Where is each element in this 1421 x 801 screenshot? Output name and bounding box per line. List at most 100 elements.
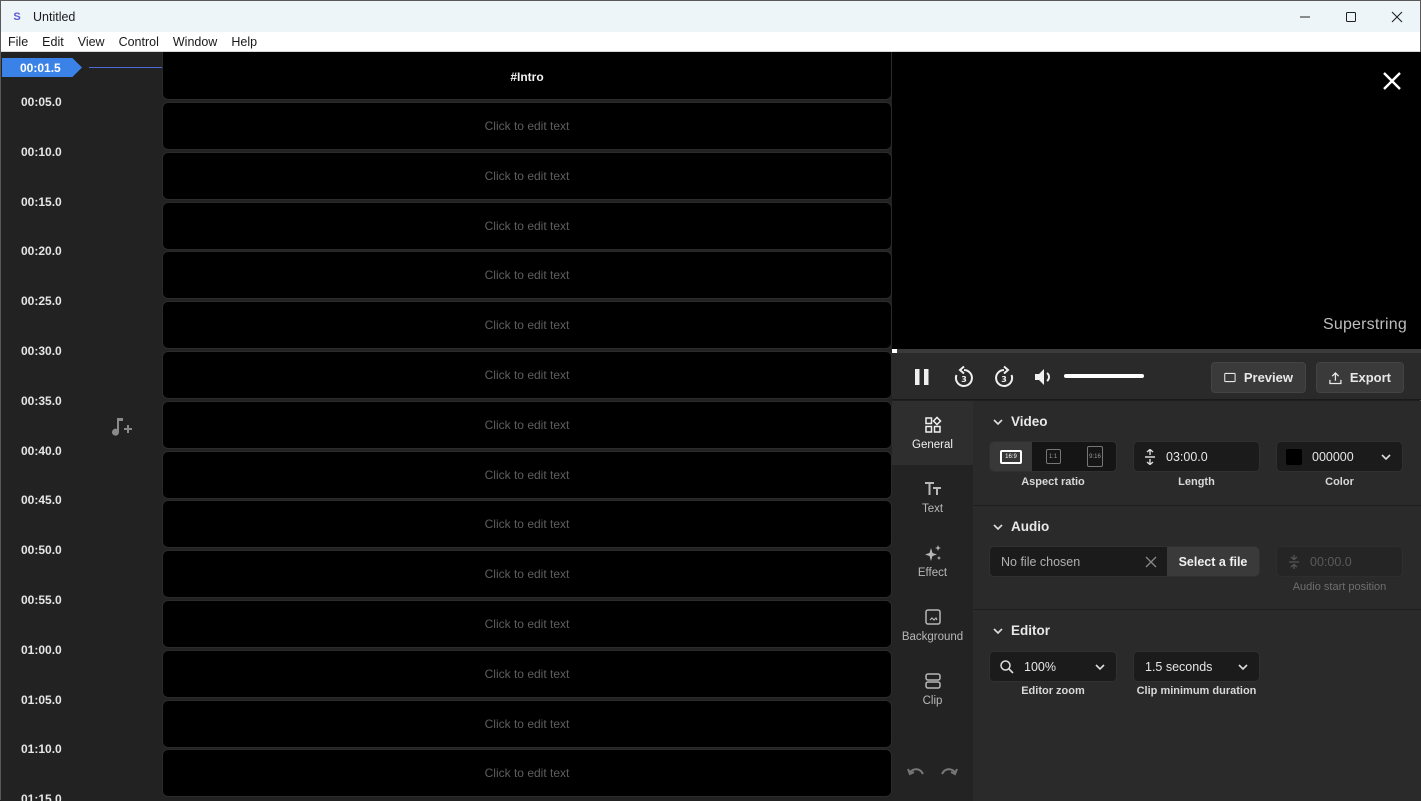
tab-effect[interactable]: Effect bbox=[892, 529, 973, 593]
length-value: 03:00.0 bbox=[1166, 449, 1208, 464]
chevron-down-icon bbox=[1381, 454, 1391, 461]
timeline-clip[interactable]: Click to edit text bbox=[162, 151, 892, 200]
timeline-time-label: 00:30.0 bbox=[21, 344, 62, 358]
timeline-clip[interactable]: Click to edit text bbox=[162, 550, 892, 599]
editor-section-title: Editor bbox=[1011, 623, 1050, 638]
timeline-clip[interactable]: Click to edit text bbox=[162, 749, 892, 798]
window-title: Untitled bbox=[33, 9, 76, 24]
search-icon bbox=[1000, 659, 1014, 674]
timeline-clip[interactable]: Click to edit text bbox=[162, 102, 892, 150]
menu-window[interactable]: Window bbox=[166, 32, 224, 52]
video-section-toggle[interactable]: Video bbox=[993, 414, 1048, 429]
tab-background[interactable]: Background bbox=[892, 593, 973, 657]
grid-shapes-icon bbox=[924, 415, 942, 433]
select-file-button[interactable]: Select a file bbox=[1167, 547, 1259, 576]
window-controls bbox=[1282, 1, 1420, 32]
upload-icon bbox=[1329, 371, 1342, 384]
app-window: S Untitled File Edit View Control Window… bbox=[0, 0, 1421, 801]
color-swatch bbox=[1286, 448, 1302, 465]
clip-rows-icon bbox=[924, 672, 941, 689]
timeline-clip[interactable]: Click to edit text bbox=[162, 351, 892, 399]
color-picker[interactable]: 000000 bbox=[1276, 441, 1403, 472]
video-section-title: Video bbox=[1011, 414, 1048, 429]
timeline-clip[interactable]: Click to edit text bbox=[162, 301, 892, 350]
playhead-time-marker[interactable]: 00:01.5 bbox=[2, 58, 82, 77]
timeline-clip[interactable]: Click to edit text bbox=[162, 699, 892, 748]
timeline-time-label: 00:35.0 bbox=[21, 393, 62, 408]
minimize-icon bbox=[1300, 16, 1310, 17]
pause-button[interactable] bbox=[910, 365, 934, 389]
tab-clip-label: Clip bbox=[922, 694, 943, 707]
mute-button[interactable] bbox=[1032, 365, 1056, 389]
timeline-time-label: 01:10.0 bbox=[21, 742, 62, 757]
aspect-ratio-1-1[interactable]: 1:1 bbox=[1032, 442, 1074, 471]
timeline-clip[interactable]: Click to edit text bbox=[162, 500, 892, 549]
editor-zoom-value: 100% bbox=[1024, 659, 1056, 674]
timeline-clip[interactable]: Click to edit text bbox=[162, 450, 892, 499]
timeline-clip-intro[interactable]: #Intro bbox=[162, 52, 892, 100]
timeline-clip[interactable]: Click to edit text bbox=[162, 400, 892, 449]
timeline-clip[interactable]: Click to edit text bbox=[162, 251, 892, 300]
audio-start-position-input[interactable]: 00:00.0 bbox=[1276, 546, 1403, 577]
maximize-button[interactable] bbox=[1328, 1, 1374, 32]
redo-button[interactable] bbox=[939, 766, 959, 782]
timeline-time-label: 00:50.0 bbox=[21, 543, 62, 558]
timeline-clip[interactable]: Click to edit text bbox=[162, 649, 892, 698]
length-input[interactable]: 03:00.0 bbox=[1133, 441, 1260, 472]
preview-button[interactable]: Preview bbox=[1211, 362, 1306, 393]
menu-view[interactable]: View bbox=[71, 32, 112, 52]
tab-general[interactable]: General bbox=[892, 401, 973, 465]
pause-icon bbox=[915, 369, 929, 385]
forward-3s-button[interactable]: 3 bbox=[992, 365, 1016, 389]
tab-background-label: Background bbox=[901, 630, 964, 643]
clip-min-duration-select[interactable]: 1.5 seconds bbox=[1133, 651, 1260, 682]
editor-zoom-select[interactable]: 100% bbox=[989, 651, 1117, 682]
audio-file-input: No file chosen Select a file bbox=[989, 546, 1260, 577]
timeline-clip[interactable]: Click to edit text bbox=[162, 201, 892, 250]
sparkle-icon bbox=[924, 544, 941, 561]
timeline-clip[interactable]: Click to edit text bbox=[162, 600, 892, 648]
audio-start-position-label: Audio start position bbox=[1292, 581, 1387, 593]
playback-controls: 3 3 Preview Export bbox=[892, 353, 1421, 400]
tab-effect-label: Effect bbox=[917, 566, 948, 579]
minimize-button[interactable] bbox=[1282, 1, 1328, 32]
maximize-icon bbox=[1346, 11, 1356, 22]
tab-text[interactable]: Text bbox=[892, 465, 973, 529]
volume-slider[interactable] bbox=[1064, 374, 1144, 378]
color-label: Color bbox=[1325, 476, 1354, 488]
aspect-1-1-icon: 1:1 bbox=[1045, 449, 1061, 464]
compress-vertical-icon bbox=[1289, 554, 1299, 569]
length-label: Length bbox=[1178, 476, 1215, 488]
close-window-button[interactable] bbox=[1374, 1, 1420, 32]
clear-file-icon[interactable] bbox=[1145, 556, 1157, 568]
close-icon bbox=[1383, 72, 1401, 90]
editor-section-toggle[interactable]: Editor bbox=[993, 623, 1050, 638]
rewind-3s-button[interactable]: 3 bbox=[952, 365, 976, 389]
timeline-time-label: 00:15.0 bbox=[21, 194, 62, 209]
add-music-button[interactable] bbox=[109, 416, 133, 438]
undo-button[interactable] bbox=[906, 766, 926, 782]
timeline-time-label: 00:55.0 bbox=[21, 593, 62, 607]
menu-help[interactable]: Help bbox=[224, 32, 264, 52]
aspect-ratio-16-9[interactable]: 16:9 bbox=[990, 442, 1032, 471]
audio-section-toggle[interactable]: Audio bbox=[993, 519, 1049, 534]
tab-text-label: Text bbox=[921, 502, 944, 515]
video-preview[interactable]: Superstring bbox=[892, 52, 1421, 349]
audio-start-position-value: 00:00.0 bbox=[1310, 554, 1352, 569]
menu-edit[interactable]: Edit bbox=[35, 32, 71, 52]
close-icon bbox=[1391, 11, 1403, 22]
menu-file[interactable]: File bbox=[1, 32, 35, 52]
svg-text:3: 3 bbox=[961, 375, 967, 384]
export-button[interactable]: Export bbox=[1316, 362, 1404, 393]
volume-icon bbox=[1035, 369, 1050, 385]
aspect-9-16-icon: 9:16 bbox=[1087, 446, 1103, 467]
tab-clip[interactable]: Clip bbox=[892, 657, 973, 721]
close-preview-button[interactable] bbox=[1381, 70, 1403, 92]
aspect-ratio-9-16[interactable]: 9:16 bbox=[1074, 442, 1116, 471]
expand-vertical-icon bbox=[1145, 448, 1155, 465]
svg-text:3: 3 bbox=[1001, 375, 1007, 384]
timeline-time-label: 00:05.0 bbox=[21, 95, 62, 109]
timeline[interactable]: 00:01.5 00:05.0 00:10.0 00:15.0 00:20.0 00:2… bbox=[1, 52, 892, 801]
section-divider bbox=[973, 609, 1421, 610]
menu-control[interactable]: Control bbox=[112, 32, 166, 52]
